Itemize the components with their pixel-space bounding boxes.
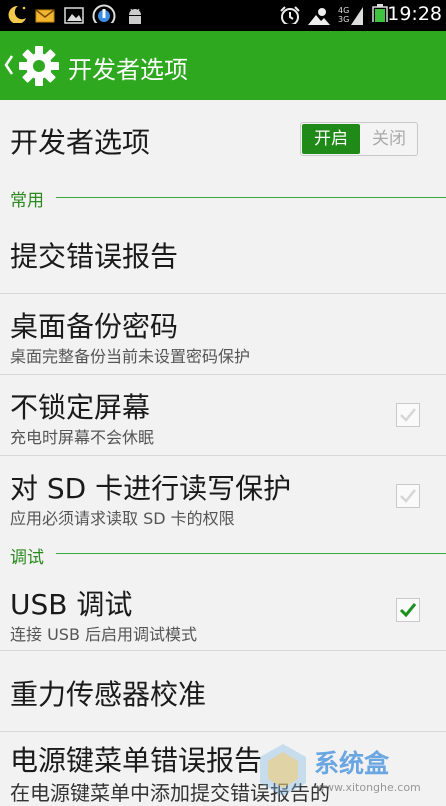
switch-on-button[interactable]: 开启 xyxy=(302,124,360,154)
section-divider-general xyxy=(56,197,446,198)
settings-gear-icon[interactable] xyxy=(18,45,60,87)
action-bar: 开发者选项 xyxy=(0,31,446,100)
site-watermark: 系统盒 www.xitonghe.com xyxy=(258,742,446,799)
list-item-title: USB 调试 xyxy=(10,588,133,621)
watermark-url: www.xitonghe.com xyxy=(316,781,421,794)
list-item-title: 不锁定屏幕 xyxy=(10,391,151,424)
list-item-backup-password[interactable]: 桌面备份密码 桌面完整备份当前未设置密码保护 xyxy=(0,294,446,375)
alarm-icon xyxy=(280,6,300,24)
list-item-sd-protect[interactable]: 对 SD 卡进行读写保护 应用必须请求读取 SD 卡的权限 xyxy=(0,456,446,536)
moon-icon xyxy=(8,5,26,23)
sd-protect-checkbox[interactable] xyxy=(396,484,420,508)
signal-4g-label: 4G xyxy=(338,6,350,15)
list-item-title: 重力传感器校准 xyxy=(10,678,207,711)
watermark-brand: 系统盒 xyxy=(314,749,390,778)
usb-debugging-checkbox[interactable] xyxy=(396,598,420,622)
watermark-logo-icon xyxy=(260,744,306,796)
status-clock: 19:28 xyxy=(387,3,442,25)
check-icon xyxy=(399,603,417,618)
list-item-stay-awake[interactable]: 不锁定屏幕 充电时屏幕不会休眠 xyxy=(0,375,446,456)
network-type-label: 4G 3G xyxy=(338,6,349,24)
section-divider-debug xyxy=(56,553,446,554)
list-item-gravity-calibration[interactable]: 重力传感器校准 xyxy=(0,651,446,732)
signal-icon xyxy=(351,7,363,25)
check-icon xyxy=(400,489,416,503)
list-item-subtitle: 充电时屏幕不会休眠 xyxy=(10,428,155,447)
battery-icon xyxy=(372,4,388,22)
switch-off-button[interactable]: 关闭 xyxy=(361,124,417,154)
check-icon xyxy=(400,408,416,422)
list-item-title: 提交错误报告 xyxy=(10,240,179,273)
list-item-title: 对 SD 卡进行读写保护 xyxy=(10,472,292,505)
list-item-bug-report[interactable]: 提交错误报告 xyxy=(0,213,446,294)
status-bar: 4G 3G 19:28 xyxy=(0,0,446,31)
developer-options-switch[interactable]: 开启 关闭 xyxy=(300,122,418,156)
section-header-general: 常用 xyxy=(10,191,44,211)
list-item-subtitle: 桌面完整备份当前未设置密码保护 xyxy=(10,347,251,366)
mail-icon xyxy=(35,9,55,23)
list-item-usb-debugging[interactable]: USB 调试 连接 USB 后启用调试模式 xyxy=(0,570,446,651)
stay-awake-checkbox[interactable] xyxy=(396,403,420,427)
fastboot-icon xyxy=(92,4,116,23)
image-icon xyxy=(64,7,84,24)
list-item-title: 桌面备份密码 xyxy=(10,310,179,343)
weather-icon xyxy=(308,8,330,25)
android-icon xyxy=(129,8,141,24)
list-item-subtitle: 连接 USB 后启用调试模式 xyxy=(10,625,198,644)
section-header-debug: 调试 xyxy=(10,548,44,568)
action-bar-title: 开发者选项 xyxy=(68,56,188,84)
signal-3g-label: 3G xyxy=(338,15,350,24)
master-toggle-label: 开发者选项 xyxy=(10,126,151,159)
list-item-title: 电源键菜单错误报告 xyxy=(10,744,263,777)
back-chevron-icon[interactable] xyxy=(4,53,14,77)
list-item-subtitle: 应用必须请求读取 SD 卡的权限 xyxy=(10,509,235,528)
